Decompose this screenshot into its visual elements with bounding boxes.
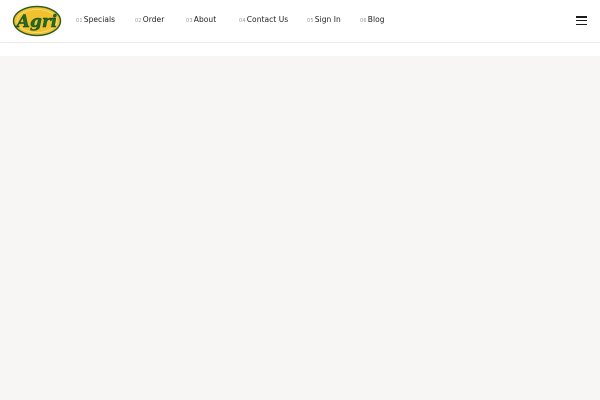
site-header: Agri 01 Specials 02 Order 03 About 04 Co…: [0, 0, 600, 43]
menu-bar: [576, 23, 587, 26]
nav-item-order[interactable]: 02 Order: [135, 15, 164, 24]
nav-label: Specials: [83, 15, 116, 24]
svg-text:Agri: Agri: [15, 12, 58, 32]
nav-item-sign-in[interactable]: 05 Sign In: [307, 15, 341, 24]
nav-number: 03: [186, 18, 193, 24]
nav-number: 06: [360, 18, 367, 24]
agri-logo[interactable]: Agri: [12, 5, 62, 37]
nav-label: Contact Us: [246, 15, 289, 24]
nav-item-about[interactable]: 03 About: [186, 15, 216, 24]
hamburger-menu-icon[interactable]: [576, 16, 587, 26]
nav-label: Order: [142, 15, 165, 24]
menu-bar: [576, 19, 587, 22]
nav-label: Blog: [367, 15, 385, 24]
nav-number: 05: [307, 18, 314, 24]
nav-item-blog[interactable]: 06 Blog: [360, 15, 385, 24]
agri-logo-icon: Agri: [12, 5, 62, 37]
menu-bar: [576, 16, 587, 18]
nav-label: Sign In: [314, 15, 341, 24]
nav-number: 04: [239, 18, 246, 24]
main-content-area: [0, 56, 600, 400]
nav-label: About: [193, 15, 217, 24]
nav-number: 01: [76, 18, 83, 24]
nav-number: 02: [135, 18, 142, 24]
nav-item-specials[interactable]: 01 Specials: [76, 15, 115, 24]
header-spacer: [0, 44, 600, 56]
nav-item-contact-us[interactable]: 04 Contact Us: [239, 15, 288, 24]
